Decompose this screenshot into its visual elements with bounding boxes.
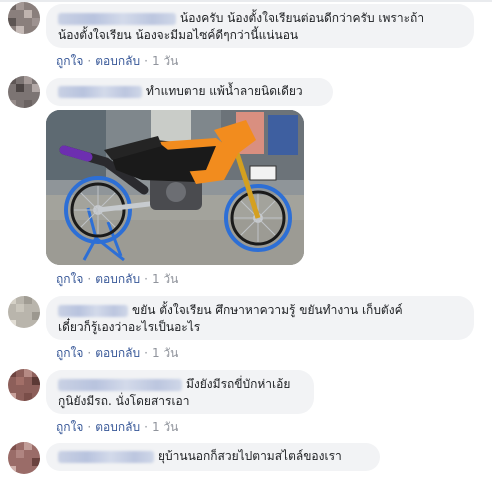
comment-actions: ถูกใจ · ตอบกลับ · 1 วัน [56, 418, 178, 437]
commenter-name[interactable] [58, 12, 176, 25]
commenter-name[interactable] [58, 378, 182, 391]
comment-actions: ถูกใจ · ตอบกลับ · 1 วัน [56, 344, 178, 363]
reply-link[interactable]: ตอบกลับ [95, 54, 140, 68]
reply-link[interactable]: ตอบกลับ [95, 346, 140, 360]
comment-text: ทำแทบตาย แพ้น้ำลายนิดเดียว [146, 84, 303, 98]
reply-link[interactable]: ตอบกลับ [95, 272, 140, 286]
comment-text-line2: กูนิยังมีรถ. นั่งโดยสารเอา [58, 394, 190, 408]
comment-photo[interactable] [46, 110, 304, 265]
like-link[interactable]: ถูกใจ [56, 346, 83, 360]
separator-dot: · [87, 54, 92, 68]
avatar[interactable] [8, 2, 40, 34]
commenter-name[interactable] [58, 304, 128, 317]
comment-actions: ถูกใจ · ตอบกลับ · 1 วัน [56, 270, 178, 289]
like-link[interactable]: ถูกใจ [56, 420, 83, 434]
comment-bubble: ยุบ้านนอกก็สวยไปตามสไตล์ของเรา [46, 443, 380, 471]
comment-text-line2: เดี๋ยวก็รู้เองว่าอะไรเป็นอะไร [58, 320, 201, 334]
timestamp[interactable]: 1 วัน [152, 420, 178, 434]
comment-text-line1: น้องครับ น้องตั้งใจเรียนต่อนดีกว่าครับ เ… [180, 11, 425, 25]
separator-dot: · [87, 346, 92, 360]
top-divider [0, 0, 492, 2]
comment-text: ยุบ้านนอกก็สวยไปตามสไตล์ของเรา [158, 449, 342, 463]
separator-dot: · [144, 54, 148, 68]
like-link[interactable]: ถูกใจ [56, 272, 83, 286]
commenter-name[interactable] [58, 85, 142, 98]
separator-dot: · [144, 346, 148, 360]
like-link[interactable]: ถูกใจ [56, 54, 83, 68]
comment-bubble: มึงยังมีรถขี่บักห่าเอ้ย กูนิยังมีรถ. นั่… [46, 370, 314, 414]
separator-dot: · [144, 420, 148, 434]
comment-bubble: ทำแทบตาย แพ้น้ำลายนิดเดียว [46, 78, 333, 106]
comment-bubble: น้องครับ น้องตั้งใจเรียนต่อนดีกว่าครับ เ… [46, 4, 474, 48]
separator-dot: · [87, 272, 92, 286]
comment-text-line1: มึงยังมีรถขี่บักห่าเอ้ย [186, 377, 291, 391]
commenter-name[interactable] [58, 450, 154, 463]
timestamp[interactable]: 1 วัน [152, 272, 178, 286]
comment-text-line2: น้องตั้งใจเรียน น้องจะมีมอไซค์ดีๆกว่านี้… [58, 28, 299, 42]
avatar[interactable] [8, 76, 40, 108]
comment-actions: ถูกใจ · ตอบกลับ · 1 วัน [56, 52, 178, 71]
comment-text-line1: ขยัน ตั้งใจเรียน ศึกษาหาความรู้ ขยันทำงา… [132, 303, 403, 317]
timestamp[interactable]: 1 วัน [152, 54, 178, 68]
reply-link[interactable]: ตอบกลับ [95, 420, 140, 434]
avatar[interactable] [8, 442, 40, 474]
avatar[interactable] [8, 369, 40, 401]
separator-dot: · [144, 272, 148, 286]
separator-dot: · [87, 420, 92, 434]
avatar[interactable] [8, 296, 40, 328]
timestamp[interactable]: 1 วัน [152, 346, 178, 360]
motorcycle-photo [46, 110, 304, 265]
comment-bubble: ขยัน ตั้งใจเรียน ศึกษาหาความรู้ ขยันทำงา… [46, 296, 474, 340]
